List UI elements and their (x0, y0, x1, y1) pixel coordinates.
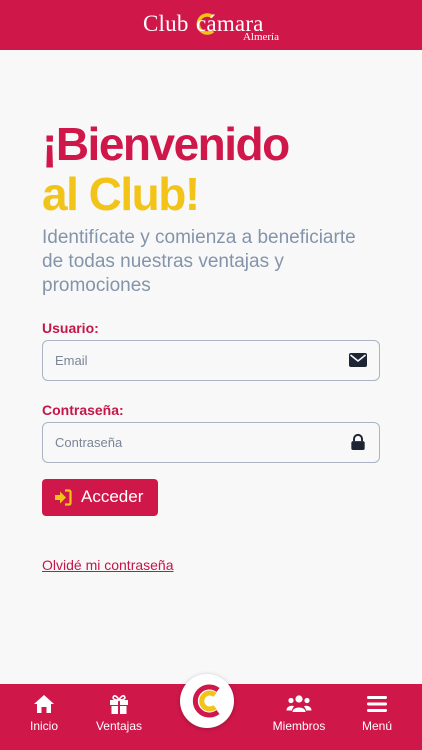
login-button[interactable]: Acceder (42, 479, 158, 516)
nav-label-ventajas: Ventajas (95, 719, 143, 733)
lock-icon (351, 433, 365, 450)
sign-in-icon (55, 489, 72, 506)
home-icon (34, 695, 54, 713)
password-input[interactable] (55, 423, 335, 461)
email-input[interactable] (55, 341, 335, 379)
club-camara-logo: Club cámara Almería (143, 9, 283, 43)
login-button-label: Acceder (81, 487, 144, 506)
nav-label-miembros: Miembros (272, 719, 326, 733)
username-label: Usuario: (42, 320, 99, 336)
brand-location-text: Almería (242, 31, 279, 43)
password-field[interactable] (42, 422, 380, 463)
club-camara-logo-icon (192, 684, 220, 718)
password-label: Contraseña: (42, 402, 124, 418)
nav-label-menu: Menú (361, 719, 393, 733)
hamburger-icon (367, 696, 387, 712)
center-logo-button[interactable] (180, 674, 234, 728)
users-icon (286, 695, 312, 712)
envelope-icon (349, 353, 367, 367)
welcome-subtitle: Identifícate y comienza a beneficiarte d… (42, 227, 356, 296)
gift-icon (110, 694, 128, 714)
nav-label-inicio: Inicio (29, 719, 58, 733)
nav-item-ventajas[interactable]: Ventajas (90, 684, 148, 750)
welcome-title-line2: al Club! (42, 168, 200, 220)
brand-club-text: Club (143, 11, 189, 36)
nav-item-menu[interactable]: Menú (355, 684, 399, 750)
email-field[interactable] (42, 340, 380, 381)
forgot-password-link[interactable]: Olvidé mi contraseña (42, 557, 174, 573)
nav-item-miembros[interactable]: Miembros (266, 684, 332, 750)
welcome-title-line1: ¡Bienvenido (42, 118, 290, 170)
nav-item-inicio[interactable]: Inicio (20, 684, 68, 750)
top-bar: Club cámara Almería (0, 0, 422, 50)
